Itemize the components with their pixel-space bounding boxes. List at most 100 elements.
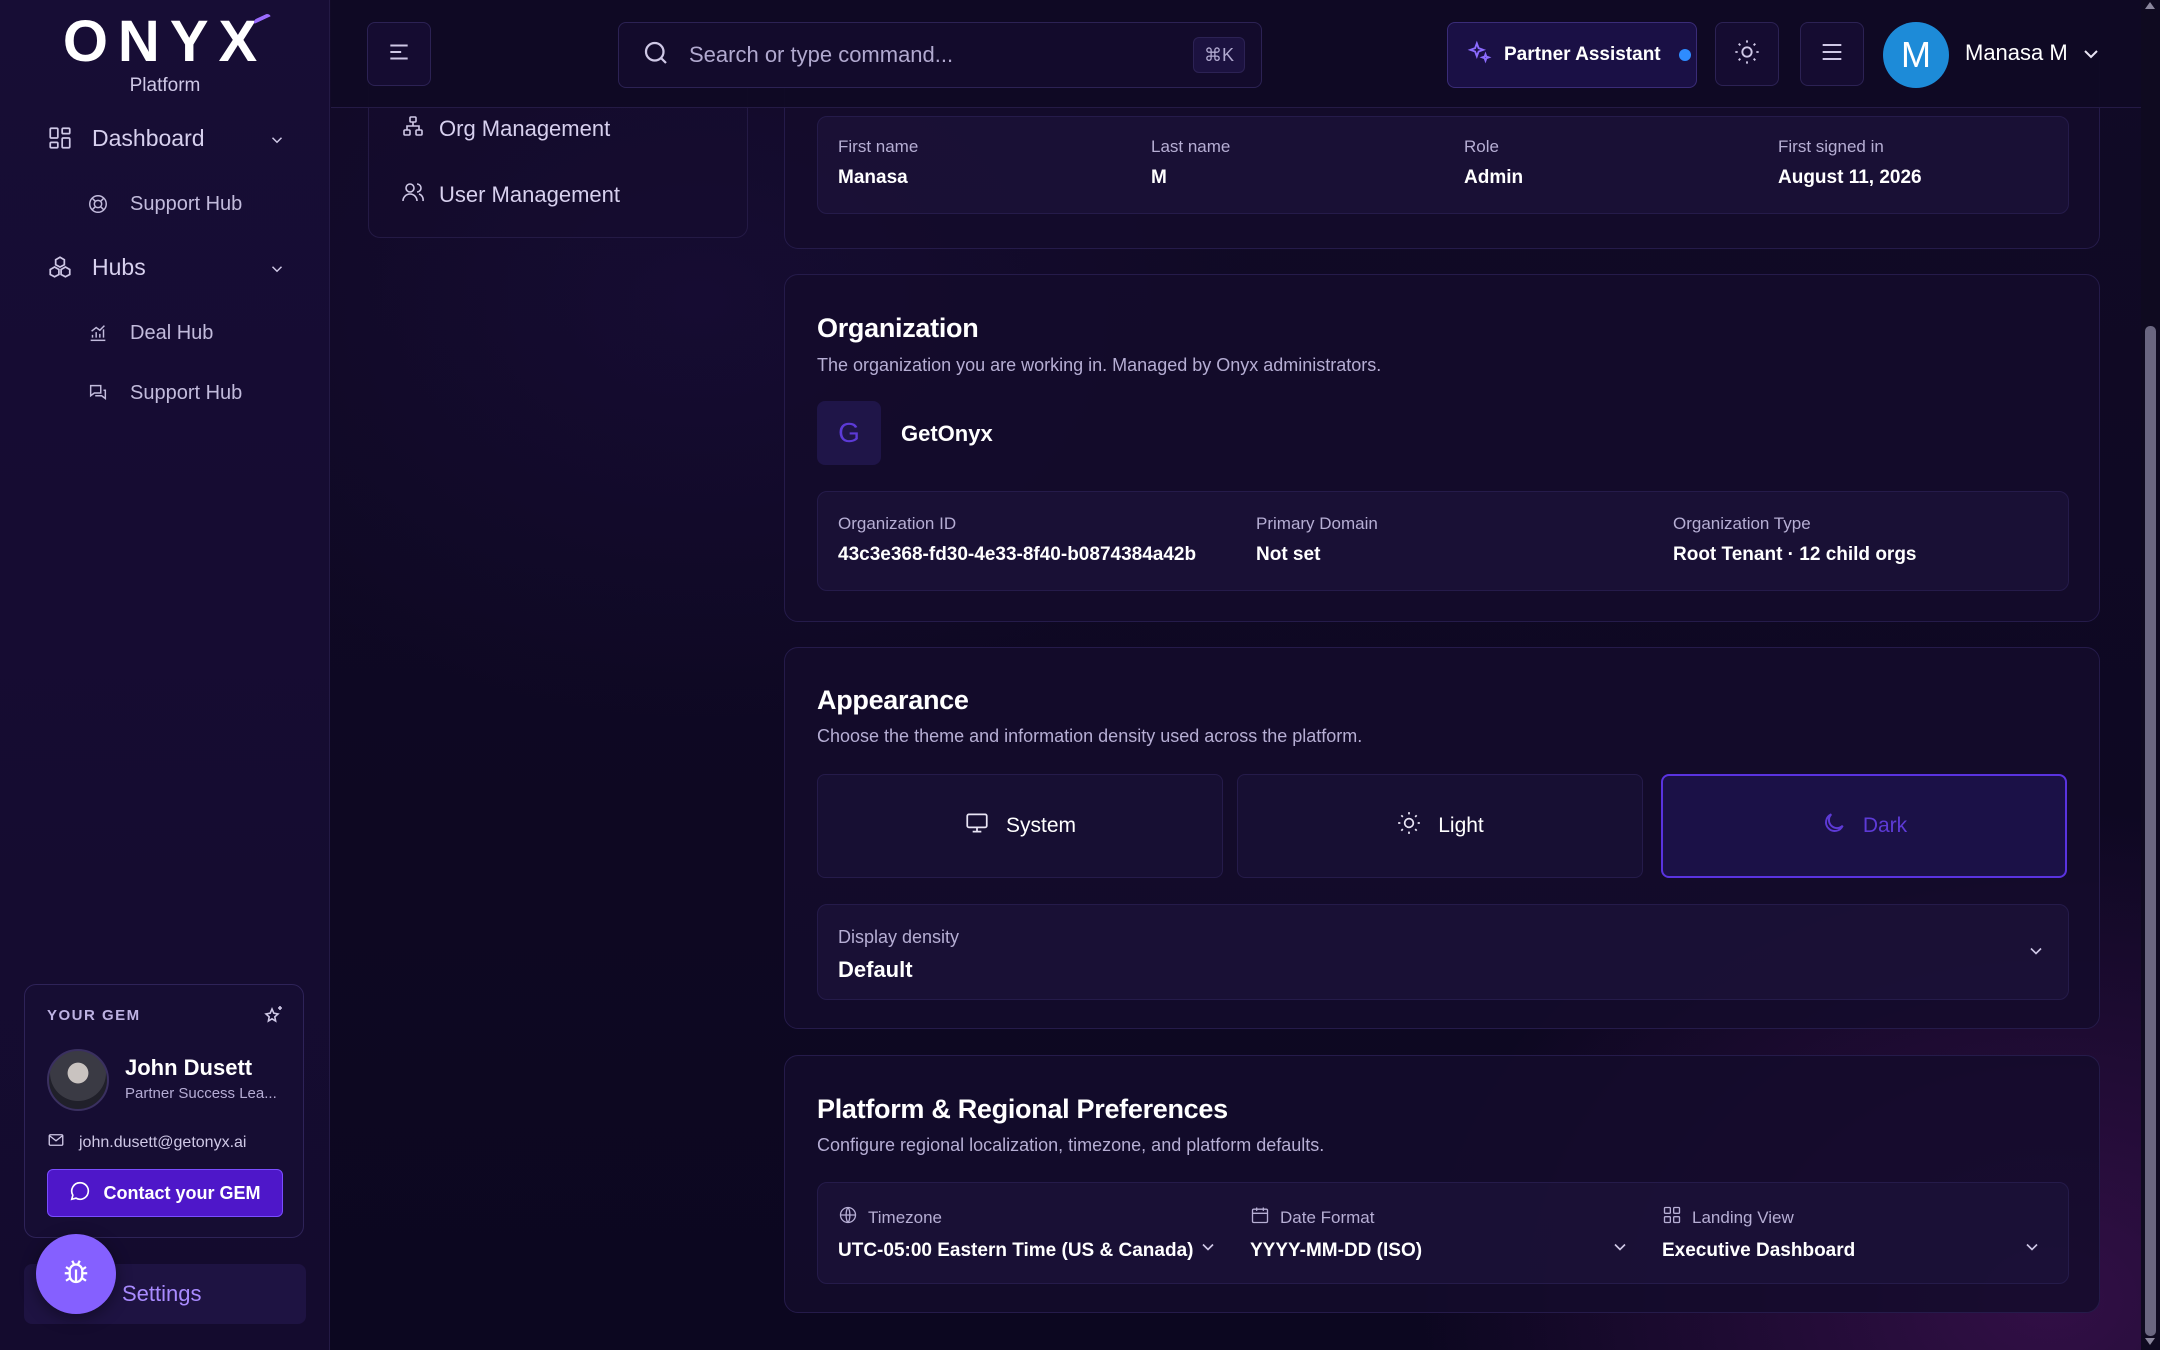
first-signed-in-field: First signed in August 11, 2026	[1778, 137, 1922, 189]
sidebar-item-label: Support Hub	[130, 192, 243, 215]
sidebar-item-label: Hubs	[92, 253, 146, 280]
sidebar-item-hubs[interactable]: Hubs	[46, 253, 286, 281]
sub-nav-org-management[interactable]: Org Management	[401, 114, 610, 144]
org-chart-icon	[401, 114, 425, 144]
organization-card: Organization The organization you are wo…	[784, 274, 2100, 622]
sidebar-item-deal-hub[interactable]: Deal Hub	[84, 319, 213, 347]
chevron-down-icon	[268, 128, 286, 155]
search-shortcut: ⌘K	[1192, 37, 1245, 73]
hamburger-icon	[1818, 38, 1846, 71]
moon-icon	[1821, 810, 1847, 842]
sparkles-icon	[1466, 39, 1492, 71]
mail-icon	[47, 1131, 65, 1154]
field-value: August 11, 2026	[1778, 167, 1922, 188]
theme-toggle-button[interactable]	[1715, 22, 1779, 86]
preferences-title: Platform & Regional Preferences	[817, 1094, 1228, 1124]
menu-left-icon	[386, 39, 412, 70]
density-value: Default	[838, 957, 913, 982]
appearance-description: Choose the theme and information density…	[817, 726, 1363, 746]
field-label: Landing View	[1662, 1205, 2042, 1230]
timezone-select[interactable]: Timezone UTC-05:00 Eastern Time (US & Ca…	[838, 1205, 1218, 1262]
organization-title: Organization	[817, 313, 979, 343]
page-scrollbar[interactable]	[2141, 0, 2160, 1350]
user-avatar[interactable]: M	[1883, 22, 1949, 88]
sidebar-item-dashboard[interactable]: Dashboard	[46, 124, 286, 152]
scroll-up-arrow-icon[interactable]	[2145, 2, 2155, 9]
sub-nav-label: Org Management	[439, 116, 611, 141]
preferences-description: Configure regional localization, timezon…	[817, 1135, 1325, 1155]
search-icon	[641, 38, 671, 73]
sidebar-item-label: Deal Hub	[130, 321, 214, 344]
hubs-icon	[46, 253, 74, 281]
chevron-down-icon	[2026, 941, 2046, 966]
scroll-down-arrow-icon[interactable]	[2145, 1338, 2155, 1345]
preferences-card: Platform & Regional Preferences Configur…	[784, 1055, 2100, 1313]
globe-icon	[838, 1205, 858, 1230]
theme-option-system[interactable]: System	[817, 774, 1223, 878]
org-initial-avatar: G	[817, 401, 881, 465]
density-label: Display density	[838, 927, 960, 947]
field-label: Timezone	[838, 1205, 1218, 1230]
calendar-icon	[1250, 1205, 1270, 1230]
gem-name: John Dusett	[125, 1055, 253, 1080]
sidebar-item-label: Dashboard	[92, 124, 205, 151]
partner-assistant-label: Partner Assistant	[1504, 44, 1661, 65]
organization-description: The organization you are working in. Man…	[817, 355, 1382, 375]
sidebar-item-label: Support Hub	[130, 381, 243, 404]
field-value: YYYY-MM-DD (ISO)	[1250, 1240, 1423, 1261]
chevron-down-icon	[1610, 1237, 1630, 1262]
contact-gem-button[interactable]: Contact your GEM	[47, 1169, 283, 1217]
gem-role: Partner Success Lea...	[125, 1085, 277, 1102]
search-input[interactable]: Search or type command...	[689, 42, 953, 68]
theme-option-light[interactable]: Light	[1237, 774, 1643, 878]
landing-view-select[interactable]: Landing View Executive Dashboard	[1662, 1205, 2042, 1262]
field-label-text: Landing View	[1692, 1207, 1794, 1227]
preferences-fields: Timezone UTC-05:00 Eastern Time (US & Ca…	[817, 1182, 2069, 1284]
last-name-field: Last name M	[1151, 137, 1230, 189]
field-label: Last name	[1151, 137, 1231, 156]
organization-details: Organization ID 43c3e368-fd30-4e33-8f40-…	[817, 491, 2069, 591]
theme-option-dark[interactable]: Dark	[1661, 774, 2067, 878]
chevron-down-icon[interactable]	[2079, 42, 2103, 71]
sidebar: ONYX Platform Dashboard Support Hub Hubs…	[0, 0, 330, 1350]
search-bar[interactable]: Search or type command... ⌘K	[618, 22, 1262, 88]
sparkle-star-icon[interactable]	[261, 1003, 285, 1032]
chat-icon	[84, 379, 112, 407]
partner-assistant-button[interactable]: Partner Assistant	[1447, 22, 1697, 88]
gem-email-text: john.dusett@getonyx.ai	[79, 1133, 247, 1151]
field-label: First name	[838, 137, 919, 156]
sub-nav-user-management[interactable]: User Management	[401, 180, 620, 210]
top-bar: Search or type command... ⌘K Partner Ass…	[331, 0, 2141, 108]
gem-card: YOUR GEM John Dusett Partner Success Lea…	[24, 984, 304, 1238]
sidebar-item-support-hub[interactable]: Support Hub	[84, 190, 242, 218]
brand-logo[interactable]: ONYX Platform	[60, 11, 274, 97]
date-format-select[interactable]: Date Format YYYY-MM-DD (ISO)	[1250, 1205, 1630, 1262]
bug-icon	[61, 1257, 91, 1292]
menu-button[interactable]	[1800, 22, 1864, 86]
sun-icon	[1733, 38, 1761, 71]
field-label: First signed in	[1778, 137, 1884, 156]
contact-gem-label: Contact your GEM	[103, 1182, 261, 1203]
appearance-card: Appearance Choose the theme and informat…	[784, 647, 2100, 1029]
bug-report-button[interactable]	[36, 1234, 116, 1314]
field-label: Primary Domain	[1256, 514, 1378, 533]
field-value: Executive Dashboard	[1662, 1240, 1856, 1261]
field-label: Date Format	[1250, 1205, 1630, 1230]
sidebar-toggle-button[interactable]	[367, 22, 431, 86]
gem-email[interactable]: john.dusett@getonyx.ai	[47, 1131, 246, 1154]
layout-grid-icon	[1662, 1205, 1682, 1230]
sidebar-item-label: Settings	[122, 1281, 202, 1306]
sidebar-item-support-hub-2[interactable]: Support Hub	[84, 379, 242, 407]
field-label: Organization Type	[1673, 514, 1811, 533]
dashboard-icon	[46, 124, 74, 152]
display-density-select[interactable]: Display density Default	[817, 904, 2069, 1000]
user-name[interactable]: Manasa M	[1965, 40, 2068, 66]
sub-nav-label: User Management	[439, 182, 620, 207]
organization-type-field: Organization Type Root Tenant · 12 child…	[1673, 514, 1917, 566]
appearance-title: Appearance	[817, 685, 969, 715]
field-label-text: Date Format	[1280, 1207, 1375, 1227]
theme-option-label: System	[1005, 814, 1076, 837]
chevron-down-icon	[1198, 1237, 1218, 1262]
scrollbar-thumb[interactable]	[2145, 326, 2156, 1336]
chevron-down-icon	[268, 257, 286, 284]
